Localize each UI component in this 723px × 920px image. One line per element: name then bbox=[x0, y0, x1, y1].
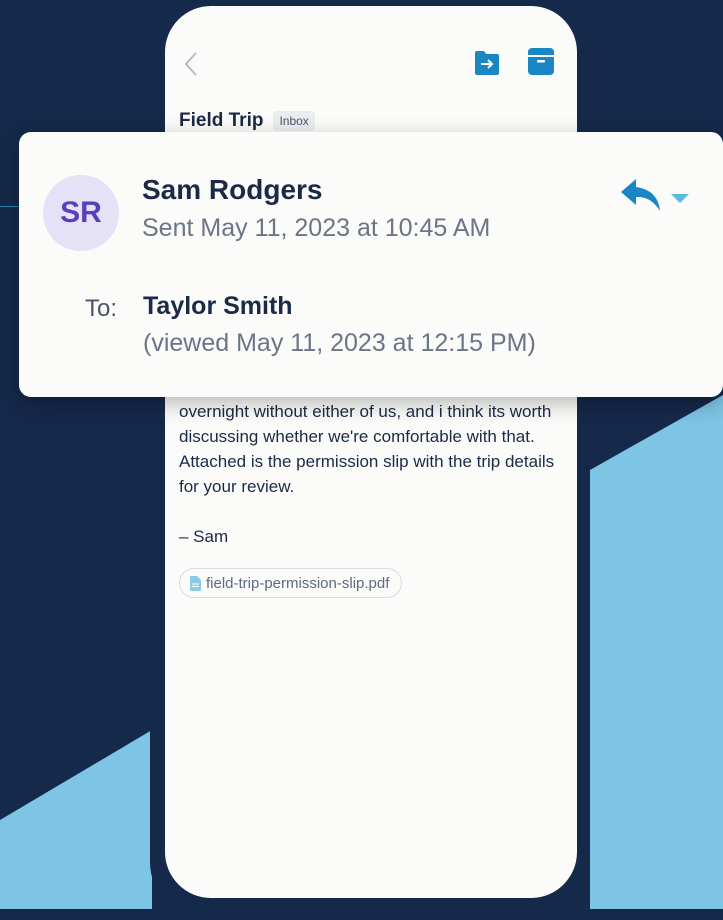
subject-row: Field Trip Inbox bbox=[179, 110, 315, 132]
chevron-down-icon[interactable] bbox=[671, 191, 689, 209]
email-body: overnight without either of us, and i th… bbox=[179, 402, 555, 496]
attachment-filename: field-trip-permission-slip.pdf bbox=[206, 574, 390, 592]
attachment-chip[interactable]: field-trip-permission-slip.pdf bbox=[179, 568, 403, 598]
move-to-folder-icon[interactable] bbox=[473, 50, 501, 76]
recipient-name: Taylor Smith bbox=[143, 292, 293, 320]
reply-icon[interactable] bbox=[620, 178, 662, 217]
sender-details-card: SR Sam Rodgers Sent May 11, 2023 at 10:4… bbox=[19, 132, 723, 397]
sender-name: Sam Rodgers bbox=[142, 174, 323, 205]
archive-icon[interactable] bbox=[527, 46, 555, 76]
avatar: SR bbox=[43, 175, 119, 251]
pdf-file-icon bbox=[190, 576, 201, 595]
viewed-status: (viewed May 11, 2023 at 12:15 PM) bbox=[143, 329, 536, 357]
to-label: To: bbox=[85, 295, 118, 322]
email-signature: – Sam bbox=[179, 527, 229, 546]
back-chevron-icon[interactable] bbox=[183, 50, 199, 83]
email-subject: Field Trip bbox=[179, 110, 264, 131]
sent-date: Sent May 11, 2023 at 10:45 AM bbox=[142, 214, 491, 242]
folder-tag: Inbox bbox=[273, 111, 315, 131]
